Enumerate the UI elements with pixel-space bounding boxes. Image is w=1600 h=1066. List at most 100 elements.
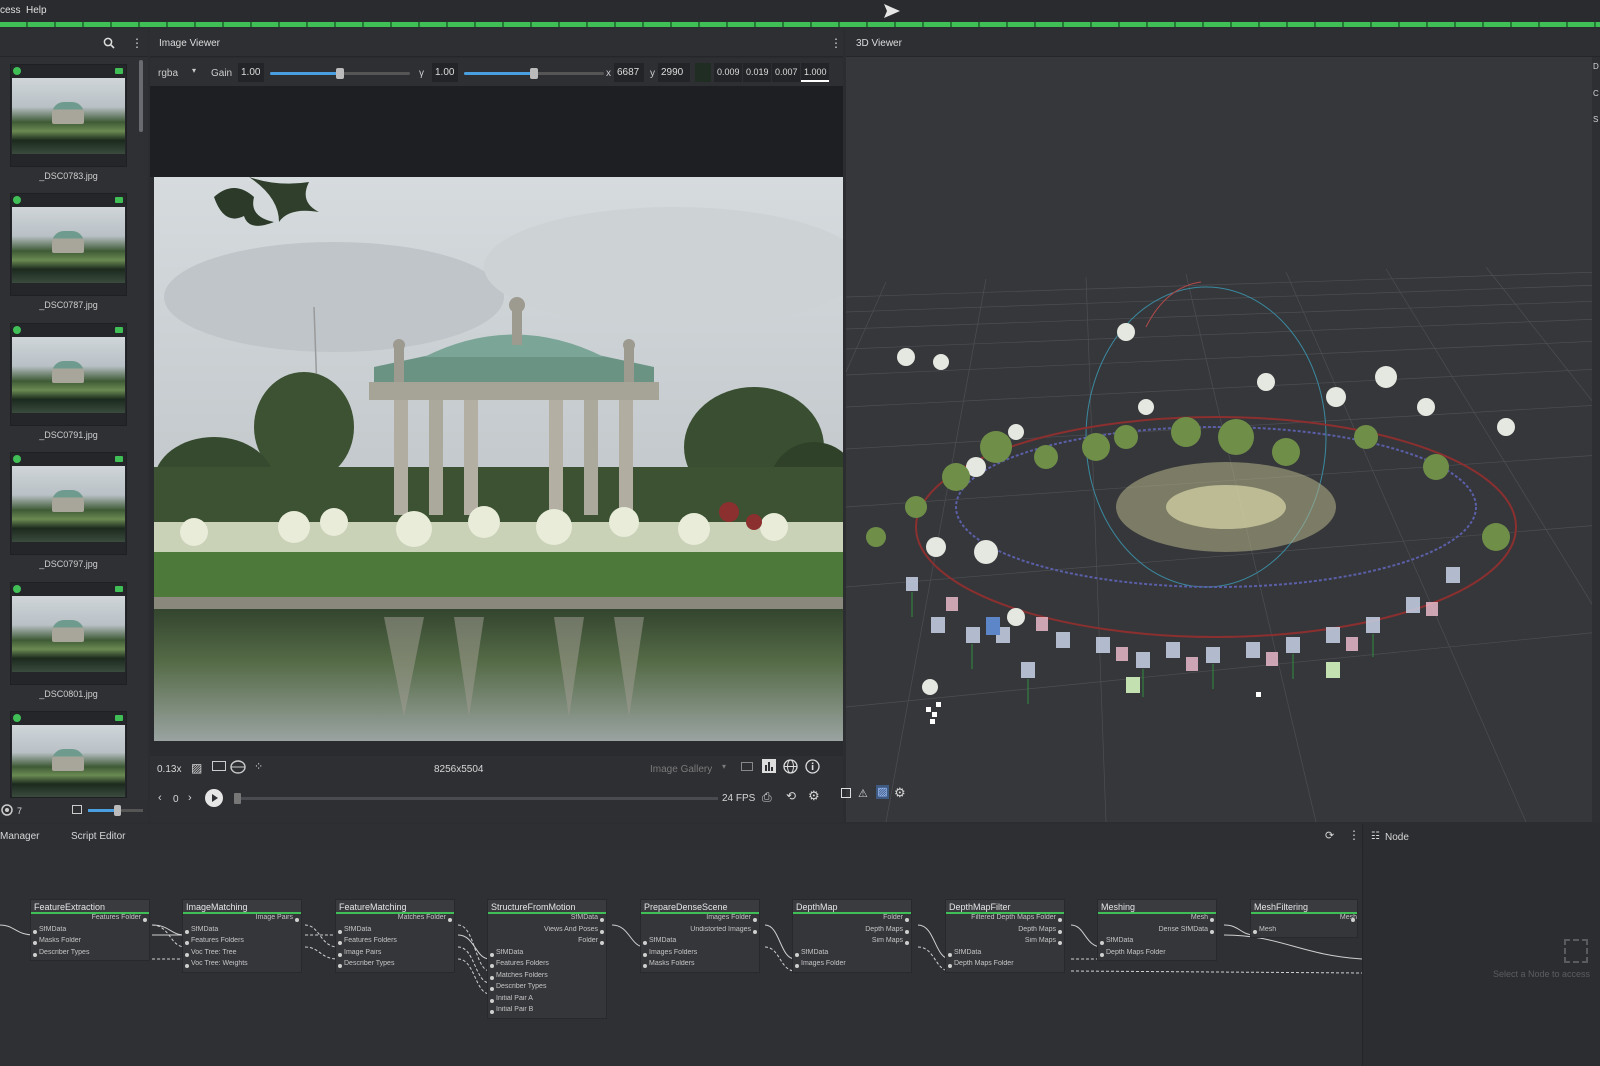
node-input[interactable]: Mesh (1251, 926, 1357, 938)
node-output[interactable]: Sim Maps (946, 937, 1064, 949)
viewed-image[interactable] (154, 177, 843, 741)
next-frame-icon[interactable]: › (188, 792, 192, 804)
thumbnail-size-slider[interactable] (88, 805, 143, 816)
node-input[interactable]: SfMData (488, 949, 606, 961)
frame-icon[interactable] (212, 761, 226, 771)
node-input[interactable]: Initial Pair B (488, 1006, 606, 1018)
refresh-icon[interactable]: ⟳ (1325, 829, 1334, 842)
node-input[interactable]: SfMData (1098, 937, 1216, 949)
timeline-slider[interactable] (234, 793, 718, 804)
node-depthmap[interactable]: DepthMap Folder Depth Maps Sim Maps SfMD… (792, 899, 912, 973)
menu-item-process[interactable]: cess (0, 5, 21, 16)
more-options-icon[interactable]: ⋮ (830, 36, 842, 50)
node-input[interactable]: SfMData (946, 949, 1064, 961)
node-input[interactable]: Initial Pair A (488, 995, 606, 1007)
node-input[interactable]: Depth Maps Folder (946, 960, 1064, 972)
gallery-thumbnail[interactable] (10, 193, 127, 296)
menu-item-help[interactable]: Help (26, 5, 47, 16)
node-output[interactable]: Images Folder (641, 914, 759, 926)
settings-icon[interactable]: ⚙ (894, 785, 906, 801)
node-input[interactable]: SfMData (641, 937, 759, 949)
node-output[interactable]: Undistorted Images (641, 926, 759, 938)
chevron-down-icon[interactable]: ▾ (722, 762, 726, 771)
features-icon[interactable]: ⁘ (254, 760, 263, 773)
side-drawer[interactable]: D C S (1592, 57, 1600, 822)
previous-frame-icon[interactable]: ‹ (158, 792, 162, 804)
chevron-down-icon[interactable]: ▾ (192, 66, 196, 75)
distortion-icon[interactable] (230, 760, 246, 774)
node-output[interactable]: Sim Maps (793, 937, 911, 949)
node-output[interactable]: Mesh (1098, 914, 1216, 926)
node-input[interactable]: SfMData (183, 926, 301, 938)
grid-icon[interactable]: ▨ (876, 785, 889, 799)
node-output[interactable]: Mesh (1251, 914, 1357, 926)
node-output[interactable]: Folder (793, 914, 911, 926)
node-input[interactable]: Matches Folders (488, 972, 606, 984)
gallery-thumbnail[interactable] (10, 582, 127, 685)
gain-slider[interactable] (270, 68, 410, 79)
node-input[interactable]: SfMData (336, 926, 454, 938)
node-input[interactable]: SfMData (31, 926, 149, 938)
hatch-icon[interactable]: ▨ (191, 761, 202, 775)
gallery-scrollbar[interactable] (139, 60, 143, 132)
node-input[interactable]: Voc Tree: Weights (183, 960, 301, 972)
node-meshing[interactable]: Meshing Mesh Dense SfMData SfMData Depth… (1097, 899, 1217, 961)
node-input[interactable]: Images Folders (641, 949, 759, 961)
frame-number[interactable]: 0 (173, 794, 179, 805)
node-output[interactable]: Folder (488, 937, 606, 949)
tab-node[interactable]: Node (1385, 832, 1409, 843)
more-options-icon[interactable]: ⋮ (131, 36, 143, 50)
node-imagematching[interactable]: ImageMatching Image Pairs SfMData Featur… (182, 899, 302, 973)
node-input[interactable]: Features Folders (183, 937, 301, 949)
warning-icon[interactable]: ⚠ (858, 787, 868, 800)
histogram-icon[interactable] (762, 759, 776, 773)
node-output[interactable]: Dense SfMData (1098, 926, 1216, 938)
node-output[interactable]: Views And Poses (488, 926, 606, 938)
node-featurematching[interactable]: FeatureMatching Matches Folder SfMData F… (335, 899, 455, 973)
panel-icon[interactable] (741, 762, 753, 771)
gallery-thumbnail[interactable] (10, 452, 127, 555)
loop-icon[interactable]: ⟲ (786, 789, 796, 803)
node-input[interactable]: SfMData (793, 949, 911, 961)
gamma-value[interactable]: 1.00 (432, 63, 458, 82)
node-input[interactable]: Describer Types (488, 983, 606, 995)
node-input[interactable]: Masks Folder (31, 937, 149, 949)
node-input[interactable]: Describer Types (31, 949, 149, 961)
printer-icon[interactable]: ⎙ (762, 790, 772, 805)
node-input[interactable]: Features Folders (488, 960, 606, 972)
3d-scene[interactable] (846, 57, 1600, 822)
node-preparedensescene[interactable]: PrepareDenseScene Images Folder Undistor… (640, 899, 760, 973)
channel-select[interactable]: rgba (158, 68, 178, 79)
3d-viewer-panel[interactable]: 3D Viewer ⚠ ▨ ⚙ D C S (841, 29, 1600, 822)
gamma-slider[interactable] (464, 68, 604, 79)
node-structurefrommotion[interactable]: StructureFromMotion SfMData Views And Po… (487, 899, 607, 1019)
node-featureextraction[interactable]: FeatureExtraction Features Folder SfMDat… (30, 899, 150, 961)
more-options-icon[interactable]: ⋮ (1348, 828, 1360, 842)
gain-value[interactable]: 1.00 (238, 63, 264, 82)
node-depthmapfilter[interactable]: DepthMapFilter Filtered Depth Maps Folde… (945, 899, 1065, 973)
node-output[interactable]: Features Folder (31, 914, 149, 926)
frame-icon[interactable] (841, 788, 851, 798)
tab-script-editor[interactable]: Script Editor (71, 831, 125, 842)
settings-icon[interactable]: ⚙ (808, 788, 820, 804)
node-input[interactable]: Images Folder (793, 960, 911, 972)
node-output[interactable]: Matches Folder (336, 914, 454, 926)
play-icon[interactable] (205, 789, 223, 807)
node-output[interactable]: Depth Maps (946, 926, 1064, 938)
node-input[interactable]: Voc Tree: Tree (183, 949, 301, 961)
info-icon[interactable] (805, 759, 820, 774)
node-input[interactable]: Describer Types (336, 960, 454, 972)
node-output[interactable]: SfMData (488, 914, 606, 926)
search-icon[interactable] (103, 37, 115, 49)
send-icon[interactable] (883, 3, 901, 19)
gallery-select[interactable]: Image Gallery (650, 764, 712, 775)
gallery-thumbnail[interactable] (10, 323, 127, 426)
node-output[interactable]: Depth Maps (793, 926, 911, 938)
tab-manager[interactable]: Manager (0, 831, 39, 842)
node-input[interactable]: Masks Folders (641, 960, 759, 972)
globe-icon[interactable] (783, 759, 798, 774)
gallery-thumbnail[interactable] (10, 711, 127, 798)
node-output[interactable]: Filtered Depth Maps Folder (946, 914, 1064, 926)
gallery-thumbnail[interactable] (10, 64, 127, 167)
fps-value[interactable]: 24 FPS (722, 793, 755, 804)
